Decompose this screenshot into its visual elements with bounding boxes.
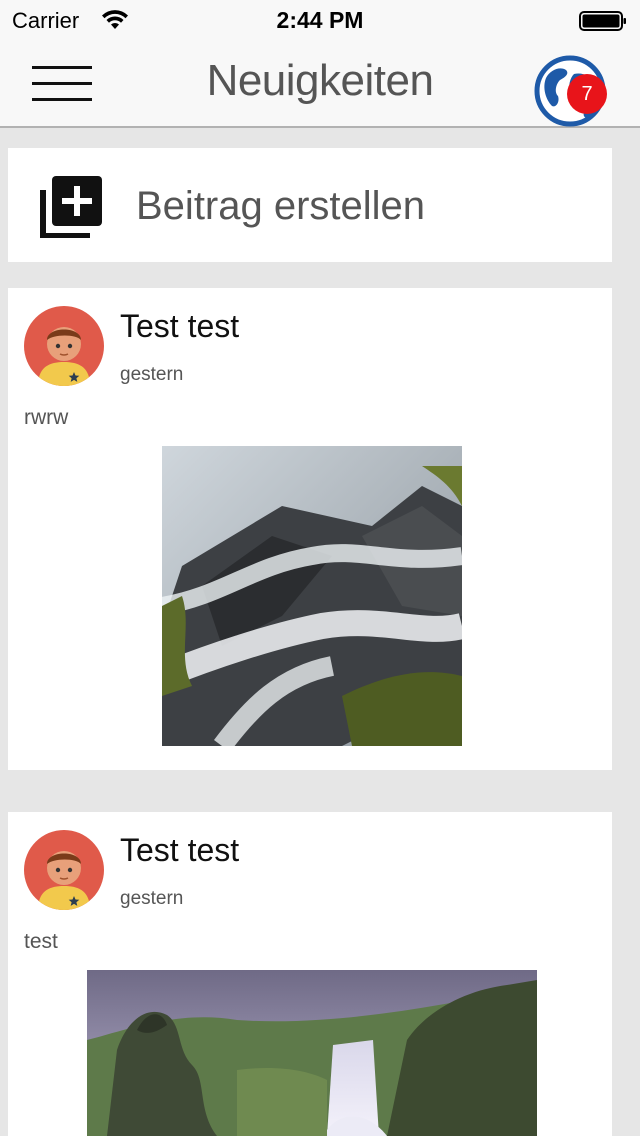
status-time: 2:44 PM — [276, 7, 364, 33]
user-avatar[interactable] — [24, 306, 104, 386]
add-to-library-icon — [40, 176, 102, 238]
post-text: test — [24, 930, 58, 953]
post-author[interactable]: Test test — [120, 832, 239, 869]
create-post-label: Beitrag erstellen — [136, 184, 426, 228]
navigation-bar: Neuigkeiten 7 — [0, 40, 640, 128]
post-text: rwrw — [24, 406, 69, 429]
post-author[interactable]: Test test — [120, 308, 239, 345]
battery-icon — [579, 11, 626, 31]
user-avatar[interactable] — [24, 830, 104, 910]
post-time: gestern — [120, 364, 184, 385]
post-image[interactable] — [162, 446, 462, 746]
post-card: Test test gestern test — [8, 812, 612, 1136]
create-post-button[interactable]: Beitrag erstellen — [8, 148, 612, 262]
status-bar: Carrier 2:44 PM — [0, 0, 640, 40]
notification-badge: 7 — [567, 74, 607, 114]
post-image[interactable] — [87, 970, 537, 1136]
post-time: gestern — [120, 888, 184, 909]
post-card: Test test gestern rwrw — [8, 288, 612, 770]
